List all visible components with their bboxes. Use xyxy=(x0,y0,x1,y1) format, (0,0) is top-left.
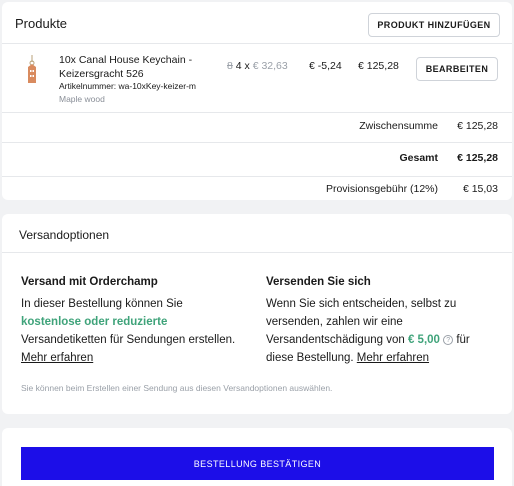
product-total: € 125,28 xyxy=(358,60,399,72)
quantity-price: 8 4 x € 32,63 xyxy=(227,60,288,72)
self-shipping-text: Wenn Sie sich entscheiden, selbst zu ver… xyxy=(266,295,488,367)
orderchamp-text-2: Versandetiketten für Sendungen erstellen… xyxy=(21,334,236,346)
shipping-options-card: Versandoptionen Versand mit Orderchamp I… xyxy=(2,214,512,414)
question-circle-icon[interactable]: ? xyxy=(443,335,454,345)
orderchamp-highlight: kostenlose oder reduzierte xyxy=(21,316,168,328)
divider xyxy=(2,176,512,177)
confirm-card: BESTELLUNG BESTÄTIGEN xyxy=(2,428,512,486)
divider xyxy=(2,112,512,113)
self-shipping-learn-more-link[interactable]: Mehr erfahren xyxy=(357,352,429,364)
edit-button[interactable]: BEARBEITEN xyxy=(416,57,498,81)
subtotal-value: € 125,28 xyxy=(457,120,498,132)
total-value: € 125,28 xyxy=(457,152,498,164)
self-shipping-heading: Versenden Sie sich xyxy=(266,276,371,288)
orderchamp-text-1: In dieser Bestellung können Sie xyxy=(21,298,183,310)
product-variant: Maple wood xyxy=(59,94,105,104)
subtotal-label: Zwischensumme xyxy=(359,120,438,132)
compensation-amount: € 5,00 xyxy=(407,334,440,346)
orderchamp-heading: Versand mit Orderchamp xyxy=(21,276,158,288)
add-product-button[interactable]: PRODUKT HINZUFÜGEN xyxy=(368,13,500,37)
shipping-footnote: Sie können beim Erstellen einer Sendung … xyxy=(21,383,333,393)
products-card: Produkte PRODUKT HINZUFÜGEN 10x Canal Ho… xyxy=(2,2,512,200)
product-discount: € -5,24 xyxy=(309,60,342,72)
orderchamp-learn-more-link[interactable]: Mehr erfahren xyxy=(21,352,93,364)
orderchamp-text: In dieser Bestellung können Sie kostenlo… xyxy=(21,295,243,367)
product-meta: Artikelnummer: wa-10xKey-keizer-m Maple … xyxy=(59,80,209,106)
divider xyxy=(2,252,512,253)
old-quantity: 8 xyxy=(227,60,233,72)
product-sku: Artikelnummer: wa-10xKey-keizer-m xyxy=(59,81,196,91)
fee-label: Provisionsgebühr (12%) xyxy=(325,183,438,195)
divider xyxy=(2,43,512,44)
divider xyxy=(2,142,512,143)
product-name: 10x Canal House Keychain - Keizersgracht… xyxy=(59,54,193,80)
confirm-order-button[interactable]: BESTELLUNG BESTÄTIGEN xyxy=(21,447,494,480)
shipping-title: Versandoptionen xyxy=(19,228,110,242)
products-title: Produkte xyxy=(15,16,68,31)
quantity: 4 x xyxy=(235,60,250,72)
product-thumbnail-icon xyxy=(28,55,36,83)
total-label: Gesamt xyxy=(399,152,438,164)
fee-value: € 15,03 xyxy=(462,183,498,195)
unit-price: € 32,63 xyxy=(252,60,288,72)
